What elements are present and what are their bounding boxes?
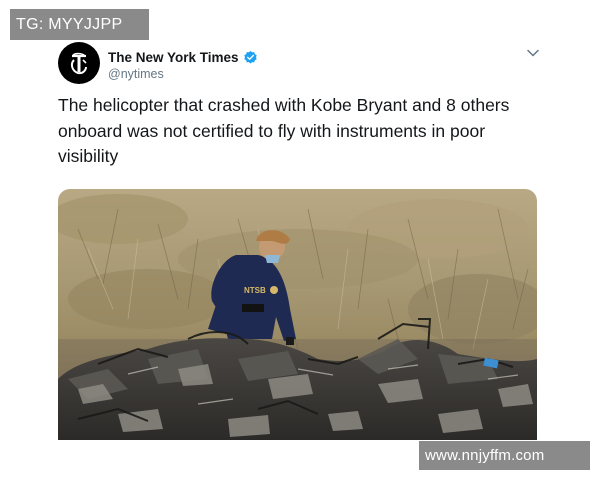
avatar[interactable] xyxy=(58,42,100,84)
tweet-image[interactable]: NTSB xyxy=(58,189,537,440)
vest-text: NTSB xyxy=(244,286,266,295)
tweet-text: The helicopter that crashed with Kobe Br… xyxy=(58,95,510,166)
nyt-logo-icon xyxy=(70,52,87,75)
watermark-top: TG: MYYJJPP xyxy=(10,9,149,40)
tweet-card[interactable]: The New York Times @nytimes The helicopt… xyxy=(52,40,552,480)
chevron-down-icon xyxy=(527,49,539,57)
tweet-menu-button[interactable] xyxy=(524,46,542,60)
watermark-bottom: www.nnjyffm.com xyxy=(419,441,590,470)
account-name-row: The New York Times xyxy=(108,48,258,66)
verified-badge-icon xyxy=(243,50,257,63)
account-handle[interactable]: @nytimes xyxy=(108,67,164,81)
crash-site-photo: NTSB xyxy=(58,189,537,440)
tweet-header: The New York Times @nytimes xyxy=(58,42,542,86)
account-name[interactable]: The New York Times xyxy=(108,50,239,65)
page: TG: MYYJJPP The New York Times @nytimes … xyxy=(0,0,600,480)
